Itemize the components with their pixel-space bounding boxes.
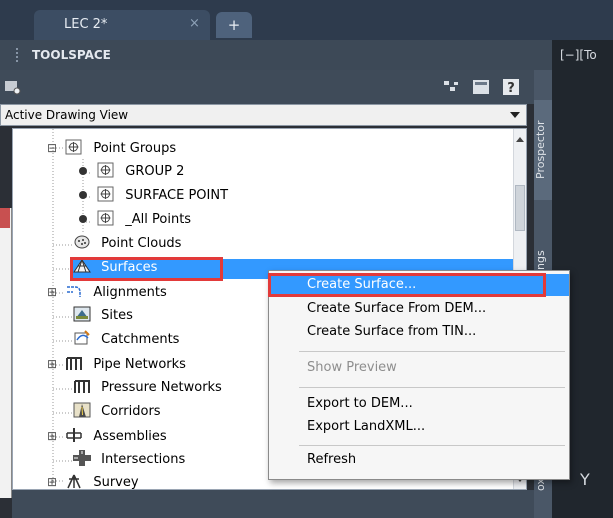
prospector-tab[interactable]: Prospector <box>534 100 552 200</box>
context-menu: Create Surface... Create Surface From DE… <box>268 270 570 480</box>
survey-icon <box>67 474 81 489</box>
tree-item-sites[interactable]: Sites <box>73 305 133 327</box>
tree-item-alignments[interactable]: ⊞ Alignments <box>47 281 167 303</box>
tree-item-label: Catchments <box>101 332 180 347</box>
point-group-icon <box>97 210 114 226</box>
tree-item-label: Survey <box>93 475 139 490</box>
tree-item-label: _All Points <box>125 212 192 227</box>
tree-item-label: SURFACE POINT <box>125 188 229 203</box>
tree-item-pipe-networks[interactable]: ⊞ Pipe Networks <box>47 353 186 375</box>
pipe-network-icon <box>66 357 83 370</box>
point-marker-icon <box>79 191 87 199</box>
toolspace-title: TOOLSPACE <box>0 40 552 70</box>
tree-item-label: Assemblies <box>93 429 167 444</box>
menu-item-export-landxml[interactable]: Export LandXML... <box>269 416 569 438</box>
menu-item-create-surface-from-tin[interactable]: Create Surface from TIN... <box>269 321 569 343</box>
point-cloud-icon <box>74 235 90 249</box>
tree-item-surface-point[interactable]: SURFACE POINT <box>79 185 228 207</box>
annotation-highlight-create-surface <box>268 273 546 297</box>
toolspace-toolbar: ? <box>0 70 534 104</box>
tree-view-icon[interactable] <box>442 79 460 95</box>
assembly-icon <box>66 428 82 442</box>
annotation-highlight-surfaces <box>70 257 223 281</box>
tree-item-intersections[interactable]: Intersections <box>73 449 185 471</box>
tree-item-label: Pipe Networks <box>93 357 186 372</box>
tree-item-label: Corridors <box>101 404 161 419</box>
menu-item-export-to-dem[interactable]: Export to DEM... <box>269 393 569 415</box>
pressure-network-icon <box>74 380 90 393</box>
tree-item-survey[interactable]: ⊞ Survey <box>47 471 139 490</box>
intersection-icon <box>73 450 91 466</box>
ucs-axis-label: Y <box>580 470 590 489</box>
point-marker-icon <box>79 167 87 175</box>
menu-item-create-surface-from-dem[interactable]: Create Surface From DEM... <box>269 298 569 320</box>
tree-item-label: Intersections <box>101 452 186 467</box>
chevron-down-icon[interactable] <box>510 112 520 118</box>
point-group-icon <box>97 162 114 178</box>
svg-text:?: ? <box>507 81 515 95</box>
view-dropdown[interactable]: Active Drawing View <box>0 104 527 126</box>
expand-icon[interactable]: ⊞ <box>47 285 57 299</box>
tree-item-catchments[interactable]: Catchments <box>73 329 179 351</box>
menu-item-show-preview: Show Preview <box>307 360 397 375</box>
expand-icon[interactable]: ⊞ <box>47 475 57 489</box>
background-window-title-edge <box>0 208 10 228</box>
item-view-icon[interactable] <box>472 79 490 95</box>
expand-icon[interactable]: ⊞ <box>47 357 57 371</box>
view-dropdown-value: Active Drawing View <box>5 108 129 122</box>
background-window-edge <box>0 208 12 498</box>
menu-separator <box>299 445 565 446</box>
tree-item-label: Point Clouds <box>101 236 182 251</box>
drawing-tab[interactable]: LEC 2* × <box>34 10 210 40</box>
viewport-control-label[interactable]: [−][To <box>560 48 597 62</box>
point-group-icon <box>65 139 82 155</box>
tree-item-label: Pressure Networks <box>101 380 222 395</box>
point-marker-icon <box>79 215 87 223</box>
tree-item-group-2[interactable]: GROUP 2 <box>79 161 184 183</box>
menu-separator <box>299 387 565 388</box>
tree-item-label: Sites <box>101 308 133 323</box>
tree-item-assemblies[interactable]: ⊞ Assemblies <box>47 425 167 447</box>
corridor-icon <box>73 402 91 418</box>
close-tab-icon[interactable]: × <box>189 16 200 31</box>
tree-item-label: Point Groups <box>93 141 177 156</box>
tree-item-label: GROUP 2 <box>125 164 185 179</box>
tree-item-corridors[interactable]: Corridors <box>73 401 161 423</box>
drawing-tab-label: LEC 2* <box>64 17 108 32</box>
sites-icon <box>73 306 91 322</box>
tree-item-point-clouds[interactable]: Point Clouds <box>73 233 181 255</box>
expand-icon[interactable]: ⊞ <box>47 429 57 443</box>
toolspace-options-icon[interactable] <box>4 79 22 95</box>
toolspace-bottom-bar <box>12 490 534 518</box>
new-tab-button[interactable]: + <box>216 12 252 38</box>
help-icon[interactable]: ? <box>502 79 520 95</box>
tree-item-label: Alignments <box>93 285 167 300</box>
scroll-up-icon[interactable] <box>516 137 524 142</box>
catchment-icon <box>74 330 90 345</box>
tree-item-all-points[interactable]: _All Points <box>79 209 191 231</box>
tree-item-point-groups[interactable]: ⊟ Point Groups <box>47 137 176 159</box>
tree-item-pressure-networks[interactable]: Pressure Networks <box>73 377 222 399</box>
menu-item-refresh[interactable]: Refresh <box>269 449 569 471</box>
point-group-icon <box>97 186 114 202</box>
menu-separator <box>299 351 565 352</box>
document-tab-bar: LEC 2* × + <box>0 0 613 40</box>
collapse-icon[interactable]: ⊟ <box>47 141 57 155</box>
grip-handle[interactable] <box>16 48 22 62</box>
scroll-thumb[interactable] <box>515 185 525 231</box>
alignment-icon <box>67 286 81 297</box>
